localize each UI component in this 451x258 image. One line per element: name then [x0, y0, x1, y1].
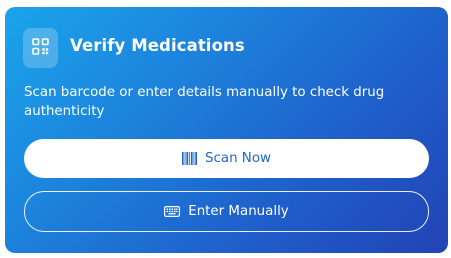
barcode-icon: [182, 152, 197, 165]
qr-code-icon: [32, 37, 49, 59]
keyboard-icon: [164, 206, 181, 217]
enter-manually-label: Enter Manually: [188, 204, 289, 219]
scan-now-label: Scan Now: [205, 151, 271, 166]
verify-medications-card: Verify Medications Scan barcode or enter…: [5, 7, 448, 253]
scan-now-button[interactable]: Scan Now: [24, 139, 429, 178]
card-title: Verify Medications: [70, 36, 245, 55]
qr-code-icon-container: [23, 28, 58, 68]
enter-manually-button[interactable]: Enter Manually: [24, 191, 429, 232]
card-description: Scan barcode or enter details manually t…: [24, 85, 385, 119]
